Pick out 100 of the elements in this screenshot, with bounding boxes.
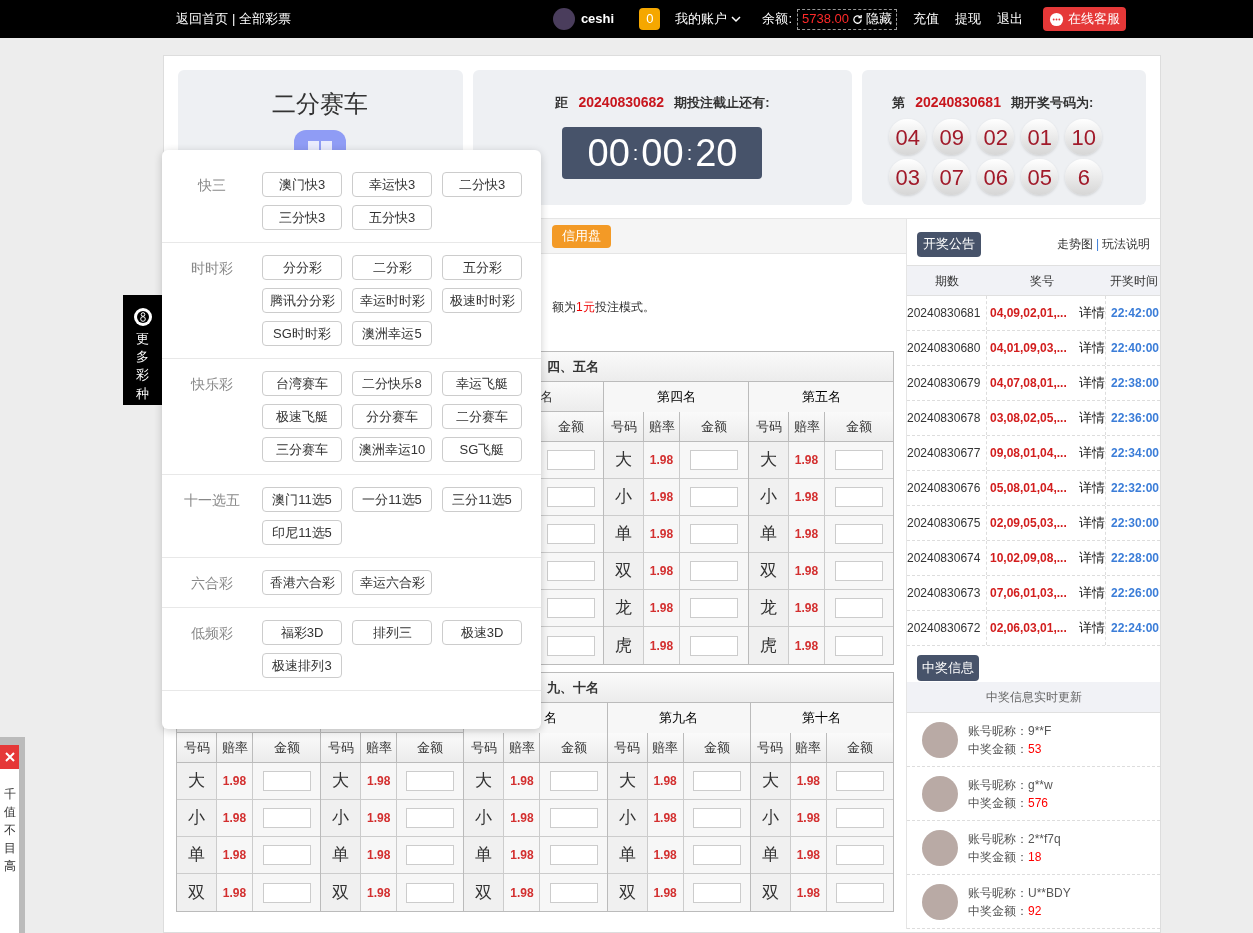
- bet-amount-input[interactable]: [262, 882, 311, 903]
- game-button[interactable]: 澳门11选5: [262, 487, 342, 512]
- bet-amount-input[interactable]: [690, 487, 738, 507]
- home-link[interactable]: 返回首页: [176, 9, 228, 29]
- bet-amount-input[interactable]: [835, 598, 883, 618]
- bet-amount-input[interactable]: [549, 808, 598, 828]
- more-games-label: 更多彩种: [136, 330, 149, 403]
- bet-amount-input[interactable]: [549, 771, 598, 791]
- bet-amount-input[interactable]: [547, 524, 596, 544]
- game-button[interactable]: 三分赛车: [262, 437, 342, 462]
- game-button[interactable]: 幸运时时彩: [352, 288, 432, 313]
- nickname: 2**f7q: [1028, 830, 1061, 848]
- draw-notice-tab[interactable]: 开奖公告: [917, 231, 981, 257]
- bet-amount-input[interactable]: [406, 845, 455, 865]
- game-button[interactable]: 一分11选5: [352, 487, 432, 512]
- bet-amount-input[interactable]: [262, 845, 311, 865]
- draw-numbers: 04,01,09,03,...: [989, 340, 1068, 357]
- bet-amount-input[interactable]: [262, 808, 311, 828]
- game-button[interactable]: 二分赛车: [442, 404, 522, 429]
- game-button[interactable]: 排列三: [352, 620, 432, 645]
- game-button[interactable]: 二分快乐8: [352, 371, 432, 396]
- draw-numbers: 07,06,01,03,...: [989, 585, 1068, 602]
- detail-link[interactable]: 详情: [1079, 436, 1106, 470]
- bet-amount-input[interactable]: [547, 635, 596, 656]
- bet-amount-input[interactable]: [690, 450, 738, 470]
- bet-amount-input[interactable]: [262, 771, 311, 791]
- game-button[interactable]: 二分彩: [352, 255, 432, 280]
- winners-tab[interactable]: 中奖信息: [917, 655, 979, 681]
- game-button[interactable]: 福彩3D: [262, 620, 342, 645]
- close-icon[interactable]: [4, 752, 15, 762]
- bet-amount-input[interactable]: [547, 561, 596, 581]
- game-button[interactable]: SG时时彩: [262, 321, 342, 346]
- game-button[interactable]: 澳洲幸运5: [352, 321, 432, 346]
- bet-amount-input[interactable]: [690, 524, 738, 544]
- bet-amount-input[interactable]: [406, 882, 455, 903]
- bet-amount-input[interactable]: [549, 845, 598, 865]
- hide-balance-link[interactable]: 隐藏: [866, 9, 892, 29]
- detail-link[interactable]: 详情: [1079, 366, 1106, 400]
- bet-amount-input[interactable]: [690, 635, 738, 656]
- detail-link[interactable]: 详情: [1079, 331, 1106, 365]
- game-button[interactable]: 三分快3: [262, 205, 342, 230]
- bet-amount-input[interactable]: [835, 561, 883, 581]
- bet-amount-input[interactable]: [406, 771, 455, 791]
- bet-amount-input[interactable]: [835, 845, 884, 865]
- online-service-button[interactable]: 在线客服: [1043, 7, 1126, 31]
- detail-link[interactable]: 详情: [1079, 541, 1106, 575]
- bet-amount-input[interactable]: [692, 771, 741, 791]
- more-games-tab[interactable]: 更多彩种: [123, 295, 162, 405]
- detail-link[interactable]: 详情: [1079, 296, 1106, 330]
- bet-amount-input[interactable]: [835, 635, 883, 656]
- bet-amount-input[interactable]: [835, 450, 883, 470]
- bet-amount-input[interactable]: [692, 808, 741, 828]
- game-button[interactable]: 幸运六合彩: [352, 570, 432, 595]
- game-button[interactable]: 三分11选5: [442, 487, 522, 512]
- bet-amount-input[interactable]: [835, 882, 884, 903]
- game-button[interactable]: 极速排列3: [262, 653, 342, 678]
- bet-amount-input[interactable]: [547, 450, 596, 470]
- draw-time: 22:32:00: [1110, 480, 1160, 497]
- nav-link[interactable]: 充值: [913, 9, 939, 29]
- game-button[interactable]: 澳门快3: [262, 172, 342, 197]
- bet-amount-input[interactable]: [835, 808, 884, 828]
- game-button[interactable]: 五分快3: [352, 205, 432, 230]
- bet-amount-input[interactable]: [547, 487, 596, 507]
- game-button[interactable]: 分分彩: [262, 255, 342, 280]
- game-button[interactable]: 腾讯分分彩: [262, 288, 342, 313]
- nav-link[interactable]: 退出: [997, 9, 1023, 29]
- game-button[interactable]: 幸运飞艇: [442, 371, 522, 396]
- game-button[interactable]: 极速飞艇: [262, 404, 342, 429]
- detail-link[interactable]: 详情: [1079, 401, 1106, 435]
- trend-chart-link[interactable]: 走势图: [1056, 235, 1093, 253]
- game-button[interactable]: 极速3D: [442, 620, 522, 645]
- game-button[interactable]: 香港六合彩: [262, 570, 342, 595]
- bet-amount-input[interactable]: [692, 845, 741, 865]
- detail-link[interactable]: 详情: [1079, 506, 1106, 540]
- category-label: 快三: [196, 176, 227, 195]
- game-button[interactable]: 澳洲幸运10: [352, 437, 432, 462]
- detail-link[interactable]: 详情: [1079, 576, 1106, 610]
- game-button[interactable]: 台湾赛车: [262, 371, 342, 396]
- game-button[interactable]: 分分赛车: [352, 404, 432, 429]
- bet-amount-input[interactable]: [692, 882, 741, 903]
- game-button[interactable]: 极速时时彩: [442, 288, 522, 313]
- bet-amount-input[interactable]: [406, 808, 455, 828]
- bet-amount-input[interactable]: [547, 598, 596, 618]
- nav-link[interactable]: 提现: [955, 9, 981, 29]
- bet-amount-input[interactable]: [690, 598, 738, 618]
- game-button[interactable]: 五分彩: [442, 255, 522, 280]
- game-button[interactable]: 印尼11选5: [262, 520, 342, 545]
- game-button[interactable]: SG飞艇: [442, 437, 522, 462]
- bet-amount-input[interactable]: [835, 524, 883, 544]
- game-button[interactable]: 幸运快3: [352, 172, 432, 197]
- bet-amount-input[interactable]: [690, 561, 738, 581]
- game-button[interactable]: 二分快3: [442, 172, 522, 197]
- account-menu[interactable]: 我的账户: [675, 9, 743, 29]
- bet-amount-input[interactable]: [549, 882, 598, 903]
- bet-amount-input[interactable]: [835, 487, 883, 507]
- detail-link[interactable]: 详情: [1079, 611, 1106, 645]
- detail-link[interactable]: 详情: [1079, 471, 1106, 505]
- all-lottery-link[interactable]: 全部彩票: [239, 9, 292, 29]
- rules-link[interactable]: 玩法说明: [1102, 235, 1150, 253]
- bet-amount-input[interactable]: [835, 771, 884, 791]
